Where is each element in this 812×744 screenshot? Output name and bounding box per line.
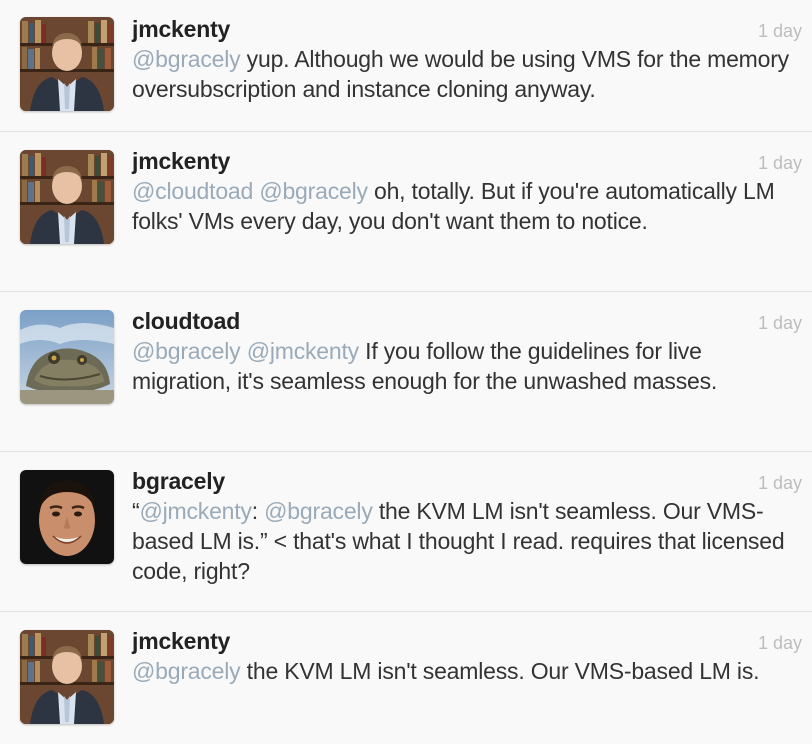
tweet-header: jmckenty 1 day [132,14,802,44]
username-link[interactable]: jmckenty [132,148,230,174]
tweet-text-segment: : [251,498,265,524]
smiling-man-avatar[interactable] [20,470,114,564]
tweet-content: cloudtoad 1 day @bgracely @jmckenty If y… [132,306,802,396]
mention-link[interactable]: @bgracely [132,338,241,364]
timestamp-link[interactable]: 1 day [758,630,802,656]
bookshelf-man-avatar[interactable] [20,630,114,724]
tweet-text: @bgracely yup. Although we would be usin… [132,44,802,104]
mention-link[interactable]: @bgracely [132,658,241,684]
tweet-text: @bgracely @jmckenty If you follow the gu… [132,336,802,396]
tweet-content: jmckenty 1 day @bgracely the KVM LM isn'… [132,626,802,686]
mention-link[interactable]: @jmckenty [139,498,251,524]
timestamp-link[interactable]: 1 day [758,150,802,176]
mention-link[interactable]: @bgracely [132,46,241,72]
tweet-header: jmckenty 1 day [132,626,802,656]
toad-avatar[interactable] [20,310,114,404]
tweet-item[interactable]: jmckenty 1 day @cloudtoad @bgracely oh, … [0,132,812,292]
timestamp-link[interactable]: 1 day [758,470,802,496]
timestamp-link[interactable]: 1 day [758,310,802,336]
tweet-feed: jmckenty 1 day @bgracely yup. Although w… [0,0,812,744]
mention-link[interactable]: @cloudtoad [132,178,253,204]
bookshelf-man-avatar[interactable] [20,17,114,111]
bookshelf-man-avatar[interactable] [20,150,114,244]
tweet-item[interactable]: cloudtoad 1 day @bgracely @jmckenty If y… [0,292,812,452]
mention-link[interactable]: @bgracely [264,498,373,524]
timestamp-link[interactable]: 1 day [758,18,802,44]
tweet-item[interactable]: jmckenty 1 day @bgracely yup. Although w… [0,0,812,132]
tweet-header: bgracely 1 day [132,466,802,496]
username-link[interactable]: bgracely [132,468,225,494]
tweet-text-segment: the KVM LM isn't seamless. Our VMS-based… [240,658,760,684]
tweet-header: jmckenty 1 day [132,146,802,176]
username-link[interactable]: jmckenty [132,16,230,42]
tweet-item[interactable]: bgracely 1 day “@jmckenty: @bgracely the… [0,452,812,612]
tweet-item[interactable]: jmckenty 1 day @bgracely the KVM LM isn'… [0,612,812,744]
tweet-text: “@jmckenty: @bgracely the KVM LM isn't s… [132,496,802,586]
username-link[interactable]: jmckenty [132,628,230,654]
tweet-text: @cloudtoad @bgracely oh, totally. But if… [132,176,802,236]
mention-link[interactable]: @jmckenty [247,338,359,364]
tweet-content: jmckenty 1 day @bgracely yup. Although w… [132,14,802,104]
tweet-text: @bgracely the KVM LM isn't seamless. Our… [132,656,802,686]
mention-link[interactable]: @bgracely [259,178,368,204]
tweet-header: cloudtoad 1 day [132,306,802,336]
tweet-content: bgracely 1 day “@jmckenty: @bgracely the… [132,466,802,586]
username-link[interactable]: cloudtoad [132,308,240,334]
tweet-content: jmckenty 1 day @cloudtoad @bgracely oh, … [132,146,802,236]
